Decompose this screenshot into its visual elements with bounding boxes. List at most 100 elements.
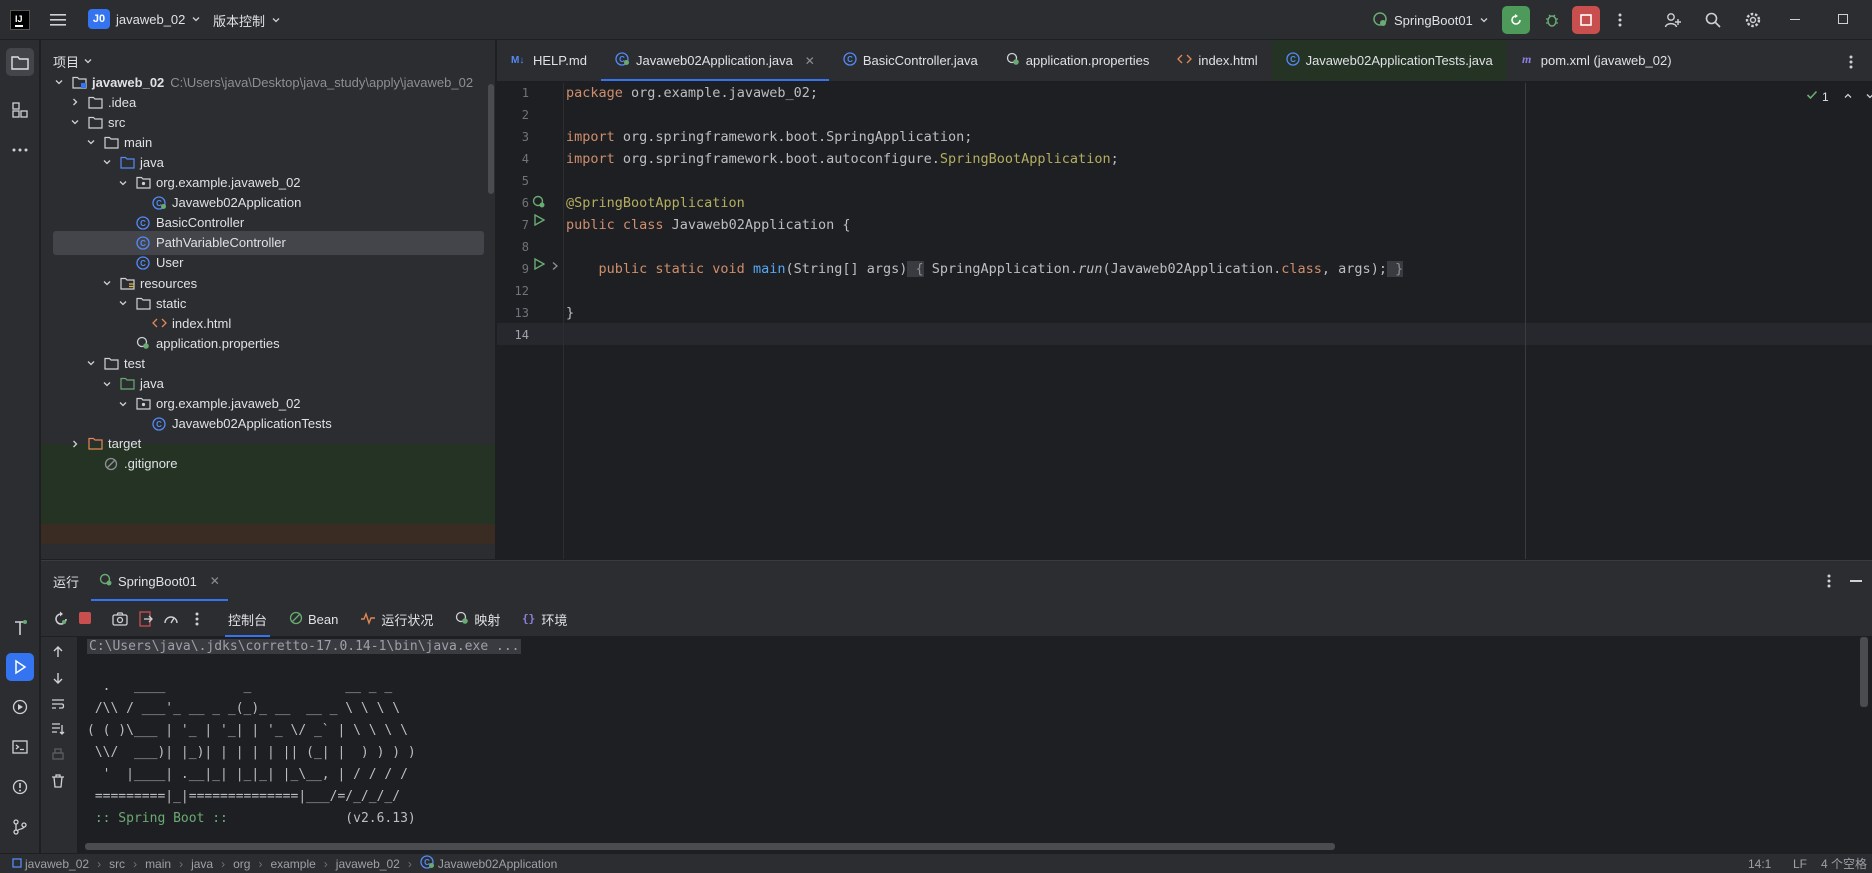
chevron-down-icon[interactable] (117, 398, 129, 410)
main-menu-icon[interactable] (44, 6, 72, 34)
chevron-down-icon[interactable] (85, 136, 97, 148)
chevron-up-icon[interactable] (1843, 90, 1853, 104)
project-switcher[interactable]: J0 javaweb_02 (88, 9, 201, 29)
run-view-tab[interactable]: 映射 (444, 601, 511, 637)
chevron-down-icon[interactable] (117, 177, 129, 189)
more-options-icon[interactable] (195, 611, 199, 630)
spring-bean-gutter-icon[interactable] (532, 195, 546, 212)
chevron-down-icon[interactable] (101, 156, 113, 168)
stop-button[interactable] (1572, 6, 1600, 34)
restore-window-icon[interactable] (1838, 14, 1848, 24)
editor-tab[interactable]: C BasicController.java (829, 40, 992, 81)
chevron-right-icon[interactable] (69, 438, 81, 450)
run-gutter-icon[interactable] (533, 257, 546, 273)
breadcrumb-item[interactable]: main (145, 857, 171, 871)
run-gutter-icon[interactable] (533, 213, 546, 229)
exit-icon[interactable] (139, 611, 153, 630)
run-view-tab[interactable]: 运行状况 (349, 601, 444, 637)
folder-icon (103, 134, 119, 150)
run-tab-label: SpringBoot01 (118, 573, 197, 589)
editor-tab[interactable]: application.properties (992, 40, 1164, 81)
console-scrollbar[interactable] (1860, 637, 1868, 707)
more-tools-icon[interactable] (6, 136, 34, 164)
fold-chevron-icon[interactable] (551, 259, 559, 274)
tree-item-gitignore[interactable]: .gitignore (41, 452, 495, 476)
terminal-icon[interactable] (6, 733, 34, 761)
console-output[interactable]: C:\Users\java\.jdks\corretto-17.0.14-1\b… (77, 637, 1872, 854)
run-view-tab[interactable]: Bean (278, 601, 349, 637)
app-logo-icon[interactable]: IJ (10, 10, 30, 30)
trash-icon[interactable] (51, 774, 65, 791)
line-ending[interactable]: LF (1793, 857, 1807, 871)
chevron-down-icon[interactable] (101, 378, 113, 390)
console-h-scrollbar[interactable] (85, 843, 1335, 850)
git-icon[interactable] (6, 813, 34, 841)
project-tool-icon[interactable] (6, 48, 34, 76)
soft-wrap-icon[interactable] (51, 697, 65, 714)
editor-tab[interactable]: M↓ HELP.md (497, 40, 601, 81)
editor-tab-label: pom.xml (javaweb_02) (1540, 53, 1672, 68)
search-icon[interactable] (1699, 6, 1727, 34)
svg-text:IJ: IJ (15, 14, 23, 24)
print-icon[interactable] (51, 748, 65, 765)
chevron-right-icon[interactable] (69, 96, 81, 108)
problems-icon[interactable] (6, 773, 34, 801)
close-icon[interactable]: ✕ (210, 574, 220, 588)
vcs-menu[interactable]: 版本控制 (213, 11, 281, 30)
inspection-widget[interactable]: 1 (1806, 89, 1872, 104)
services-icon[interactable] (6, 693, 34, 721)
stop-icon[interactable] (79, 612, 91, 624)
close-icon[interactable]: ✕ (805, 54, 815, 68)
editor-tab[interactable]: C Javaweb02ApplicationTests.java (1271, 40, 1507, 81)
minimize-window-icon[interactable] (1790, 19, 1800, 20)
run-config-selector[interactable]: SpringBoot01 (1372, 11, 1489, 30)
arrow-up-icon[interactable] (51, 645, 65, 662)
editor-tab[interactable]: m pom.xml (javaweb_02) (1507, 40, 1686, 81)
breadcrumb-item[interactable]: example (270, 857, 315, 871)
run-tool-icon[interactable] (6, 653, 34, 681)
profiler-icon[interactable] (163, 611, 179, 630)
more-actions-icon[interactable] (1606, 6, 1634, 34)
editor-tab[interactable]: index.html (1163, 40, 1271, 81)
chevron-down-icon[interactable] (85, 357, 97, 369)
breadcrumb-item[interactable]: javaweb_02 (336, 857, 400, 871)
camera-icon[interactable] (112, 611, 128, 630)
line-number: 7 (521, 218, 529, 232)
structure-icon[interactable] (6, 96, 34, 124)
breadcrumb-item[interactable]: java (191, 857, 213, 871)
run-view-tab[interactable]: 控制台 (217, 601, 278, 637)
debug-icon[interactable] (1538, 6, 1566, 34)
scroll-to-end-icon[interactable] (51, 722, 65, 739)
breadcrumb-item[interactable]: javaweb_02 (12, 857, 89, 871)
chevron-down-icon[interactable] (69, 116, 81, 128)
add-user-icon[interactable] (1659, 6, 1687, 34)
editor-tab[interactable]: C Javaweb02Application.java ✕ (600, 40, 829, 81)
run-tab-springboot01[interactable]: SpringBoot01 ✕ (91, 561, 228, 601)
html-file-icon (1177, 53, 1193, 68)
arrow-down-icon[interactable] (51, 671, 65, 688)
more-options-icon[interactable] (1827, 573, 1831, 592)
right-margin-guide (1525, 83, 1526, 559)
svg-text:C: C (140, 239, 146, 248)
chevron-down-icon[interactable] (117, 297, 129, 309)
breadcrumb-item[interactable]: src (109, 857, 125, 871)
breadcrumb-item[interactable]: org (233, 857, 250, 871)
test-source-folder-icon (119, 376, 135, 392)
chevron-down-icon[interactable] (101, 277, 113, 289)
run-view-tab[interactable]: {} 环境 (511, 601, 578, 637)
indent-setting[interactable]: 4 个空格 (1821, 855, 1867, 872)
scrollbar-thumb[interactable] (488, 84, 494, 194)
breadcrumb-item[interactable]: C Javaweb02Application (420, 855, 557, 872)
chevron-down-icon[interactable] (53, 76, 65, 88)
svg-text:C: C (140, 219, 146, 228)
more-tabs-icon[interactable] (1849, 54, 1853, 73)
cursor-position[interactable]: 14:1 (1748, 857, 1771, 871)
minimize-panel-icon[interactable] (1850, 580, 1862, 582)
build-icon[interactable] (6, 614, 34, 642)
rerun-icon[interactable] (53, 611, 69, 630)
code-editor[interactable]: 1 2 3 4 5 6 7 8 9 12 13 14 package org.example.java… (497, 83, 1872, 559)
rerun-button[interactable] (1502, 6, 1530, 34)
chevron-down-icon[interactable] (1865, 90, 1872, 104)
settings-gear-icon[interactable] (1739, 6, 1767, 34)
